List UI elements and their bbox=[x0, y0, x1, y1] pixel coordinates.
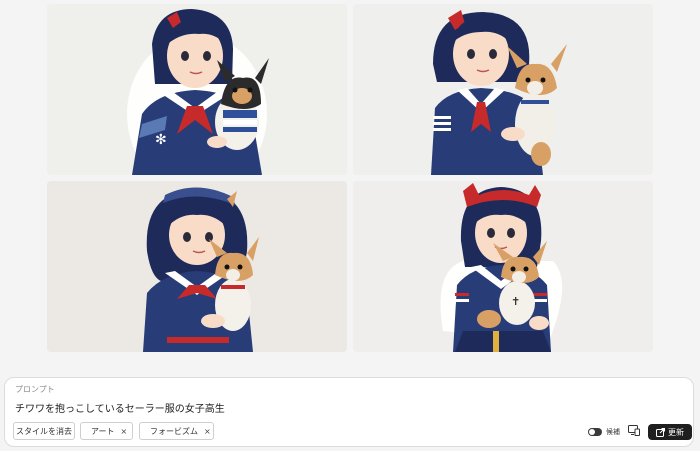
close-icon[interactable]: × bbox=[121, 427, 128, 436]
candidates-toggle[interactable]: 候補 bbox=[588, 427, 620, 437]
external-link-icon bbox=[656, 427, 665, 437]
toggle-knob bbox=[589, 429, 595, 435]
close-icon[interactable]: × bbox=[204, 427, 211, 436]
prompt-label: プロンプト bbox=[15, 385, 55, 394]
device-preview-icon[interactable] bbox=[628, 425, 640, 436]
svg-text:✻: ✻ bbox=[155, 132, 167, 148]
girl-holding-chihuahua-illustration bbox=[143, 187, 259, 352]
candidates-label: 候補 bbox=[606, 428, 620, 436]
prompt-panel: プロンプト チワワを抱っこしているセーラー服の女子高生 スタイルを消去 アート … bbox=[4, 377, 694, 447]
style-chip-label: アート bbox=[91, 426, 115, 436]
style-chip-fauvism[interactable]: フォービズム × bbox=[139, 422, 214, 440]
generated-image-2[interactable] bbox=[353, 4, 653, 175]
girl-holding-chihuahua-illustration: ✝ bbox=[440, 183, 563, 352]
generated-image-1[interactable]: ✻ bbox=[47, 4, 347, 175]
prompt-input[interactable]: チワワを抱っこしているセーラー服の女子高生 bbox=[15, 400, 225, 415]
girl-holding-chihuahua-illustration bbox=[431, 10, 567, 175]
generated-image-3[interactable] bbox=[47, 181, 347, 352]
update-button[interactable]: 更新 bbox=[648, 424, 692, 440]
svg-text:✝: ✝ bbox=[511, 295, 520, 308]
clear-style-button[interactable]: スタイルを消去 bbox=[13, 422, 75, 440]
image-gallery: ✻ ✝ bbox=[47, 4, 653, 352]
style-chip-label: フォービズム bbox=[150, 426, 198, 436]
toggle-switch-icon bbox=[588, 428, 602, 436]
generated-image-4[interactable]: ✝ bbox=[353, 181, 653, 352]
girl-holding-chihuahua-illustration: ✻ bbox=[127, 9, 269, 175]
update-label: 更新 bbox=[668, 427, 684, 437]
style-chip-art[interactable]: アート × bbox=[80, 422, 133, 440]
